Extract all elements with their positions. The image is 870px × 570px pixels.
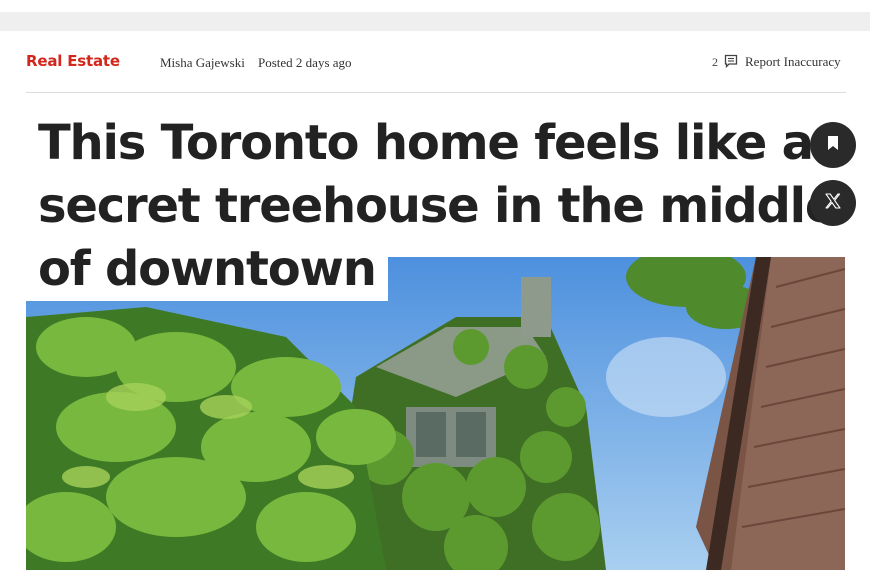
comment-count[interactable]: 2 xyxy=(712,55,718,70)
meta-divider xyxy=(26,92,846,93)
article-title: This Toronto home feels like a secret tr… xyxy=(26,112,849,301)
hero-image xyxy=(26,257,845,570)
posted-time: Posted 2 days ago xyxy=(258,55,352,70)
article-meta: Real Estate Misha Gajewski Posted 2 days… xyxy=(26,52,846,74)
title-line: secret treehouse in the middle xyxy=(26,175,849,238)
bookmark-button[interactable] xyxy=(810,122,856,168)
comment-icon[interactable] xyxy=(723,53,739,69)
report-inaccuracy-link[interactable]: Report Inaccuracy xyxy=(745,54,841,70)
x-logo-icon xyxy=(823,191,843,216)
top-bar xyxy=(0,12,870,31)
share-x-button[interactable] xyxy=(810,180,856,226)
category-link[interactable]: Real Estate xyxy=(26,52,120,70)
bookmark-icon xyxy=(826,135,840,156)
title-line: of downtown xyxy=(26,238,388,301)
author-link[interactable]: Misha Gajewski xyxy=(160,55,245,71)
title-line: This Toronto home feels like a xyxy=(26,112,825,175)
